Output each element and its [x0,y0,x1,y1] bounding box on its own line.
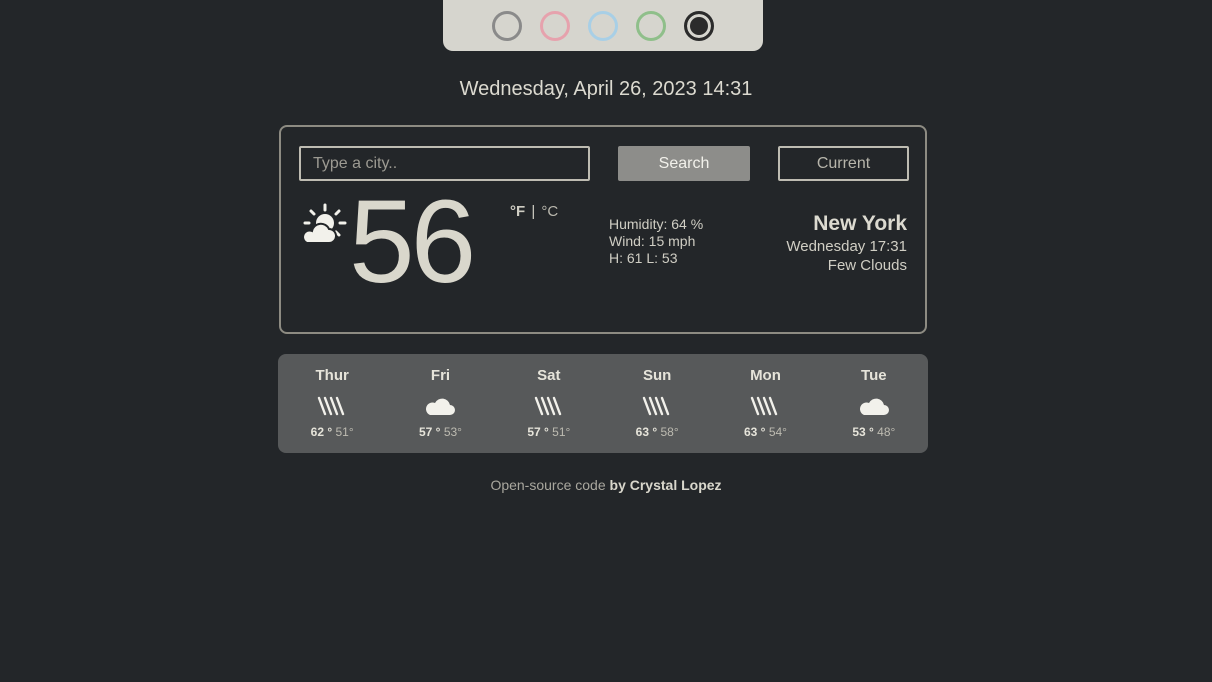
city-name: New York [813,212,907,235]
forecast-high: 57 ° [419,425,441,439]
current-date-time: Wednesday, April 26, 2023 14:31 [459,78,753,100]
cloud-icon [426,398,456,415]
rain-icon [317,396,345,416]
local-time: Wednesday 17:31 [786,238,907,255]
rain-icon [751,396,778,416]
forecast-day: Thur 62 ° 51° [278,354,386,453]
forecast-panel: Thur 62 ° 51° Fri 57 ° 53° Sat 57 ° 51° … [278,354,928,453]
weather-description: Few Clouds [827,257,907,274]
forecast-high: 57 ° [527,425,549,439]
rain-icon [534,396,562,416]
forecast-day: Sat 57 ° 51° [495,354,603,453]
forecast-day: Fri 57 ° 53° [386,354,494,453]
humidity-text: Humidity: 64 % [609,216,704,232]
unit-toggle: °F | °C [510,203,558,220]
theme-swatch-dark[interactable] [684,10,714,41]
forecast-low: 51° [335,425,354,439]
forecast-high: 63 ° [743,425,766,439]
forecast-low: 51° [552,425,571,439]
forecast-day-name: Mon [750,367,781,384]
theme-switcher [443,0,763,51]
forecast-day-name: Sun [642,367,672,384]
search-button[interactable]: Search [618,146,750,181]
forecast-low: 53° [443,425,462,439]
forecast-day: Mon 63 ° 54° [711,354,819,453]
forecast-low: 58° [660,425,679,439]
location-info: New York Wednesday 17:31 Few Clouds [786,211,907,275]
forecast-day-name: Sat [537,367,561,384]
wind-text: Wind: 15 mph [609,233,696,249]
forecast-day-name: Fri [430,367,451,384]
open-source-link[interactable]: Open-source code [490,477,605,493]
forecast-low: 54° [768,425,787,439]
unit-separator: | [531,203,536,220]
weather-details: Humidity: 64 % Wind: 15 mph H: 61 L: 53 [609,216,703,267]
current-location-button[interactable]: Current [778,146,909,181]
celsius-unit[interactable]: °C [541,203,558,220]
theme-swatch-gray[interactable] [492,10,522,41]
forecast-day-name: Tue [861,367,887,384]
forecast-high: 62 ° [310,425,333,439]
fahrenheit-unit[interactable]: °F [510,203,525,220]
rain-icon [642,396,670,416]
forecast-day-name: Thur [315,367,349,384]
theme-swatch-pink[interactable] [540,10,570,41]
forecast-low: 48° [877,425,896,439]
forecast-day: Sun 63 ° 58° [603,354,711,453]
cloud-icon [859,398,889,415]
current-weather-card: Search Current 56 °F | °C Humidity: 64 %… [279,125,927,334]
theme-swatch-blue[interactable] [588,10,618,41]
theme-swatch-green[interactable] [636,10,666,41]
author-credit: by Crystal Lopez [609,477,722,493]
current-temperature: 56 [349,176,476,308]
forecast-day: Tue 53 ° 48° [820,354,928,453]
forecast-high: 63 ° [635,425,658,439]
forecast-high: 53 ° [852,425,874,439]
high-low-text: H: 61 L: 53 [609,250,678,266]
partly-cloudy-day-icon [302,203,347,244]
footer: Open-source code by Crystal Lopez [0,477,1212,493]
